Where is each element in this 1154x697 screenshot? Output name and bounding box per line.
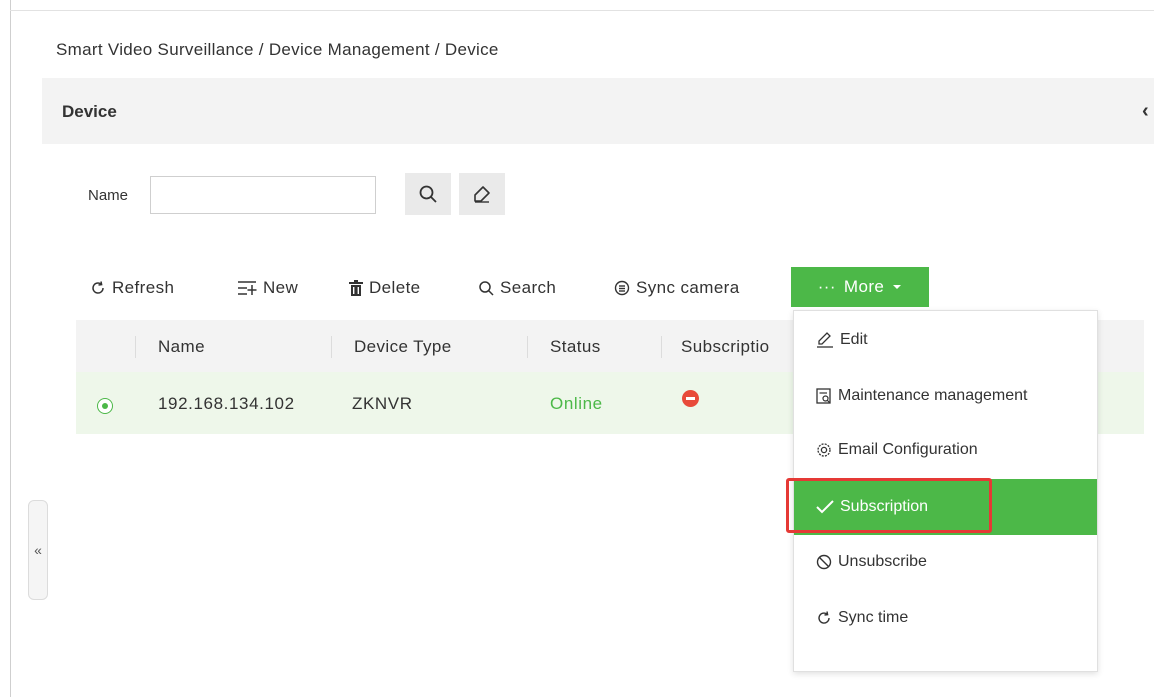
status-badge: Online — [550, 394, 603, 413]
menu-item-subscription[interactable]: Subscription — [794, 479, 1097, 535]
device-name-cell: 192.168.134.102 — [158, 394, 295, 413]
menu-item-unsubscribe[interactable]: Unsubscribe — [794, 537, 1097, 587]
clear-filter-button[interactable] — [459, 173, 505, 215]
column-separator — [661, 336, 662, 358]
not-subscribed-icon — [682, 390, 699, 407]
edit-icon — [817, 332, 833, 348]
sync-camera-label: Sync camera — [636, 278, 740, 297]
caret-down-icon — [893, 285, 902, 289]
delete-label: Delete — [369, 278, 421, 297]
trash-icon — [349, 280, 363, 296]
menu-item-sync-time[interactable]: Sync time — [794, 593, 1097, 643]
menu-item-email-configuration[interactable]: Email Configuration — [794, 425, 1097, 475]
column-header-status[interactable]: Status — [550, 337, 601, 357]
sync-icon — [818, 611, 830, 624]
new-button[interactable]: New — [237, 278, 298, 298]
search-icon — [419, 185, 437, 203]
maintenance-icon — [816, 388, 831, 404]
menu-item-edit[interactable]: Edit — [794, 315, 1097, 365]
collapse-panel-icon[interactable]: ‹ — [1142, 100, 1149, 123]
menu-item-label: Unsubscribe — [838, 553, 927, 570]
menu-item-label: Maintenance management — [838, 387, 1028, 404]
refresh-label: Refresh — [112, 278, 175, 297]
menu-item-maintenance[interactable]: Maintenance management — [794, 371, 1097, 421]
page-title: Device — [62, 102, 117, 121]
new-label: New — [263, 278, 299, 297]
more-label: More — [843, 277, 885, 296]
row-select-radio[interactable] — [97, 398, 113, 414]
email-config-icon — [817, 443, 831, 457]
delete-button[interactable]: Delete — [349, 278, 421, 298]
more-dots-icon: ··· — [817, 277, 836, 296]
column-header-device-type[interactable]: Device Type — [354, 337, 452, 357]
search-label: Search — [500, 278, 557, 297]
toolbar-search-button[interactable]: Search — [478, 278, 556, 298]
column-header-subscription[interactable]: Subscriptio — [681, 337, 770, 357]
check-icon — [816, 500, 834, 514]
column-separator — [527, 336, 528, 358]
column-separator — [135, 336, 136, 358]
page-header-bar — [42, 78, 1154, 144]
expand-sidebar-handle[interactable]: « — [28, 500, 48, 600]
sync-camera-button[interactable]: Sync camera — [614, 278, 740, 298]
refresh-icon — [92, 281, 104, 294]
column-header-name[interactable]: Name — [158, 337, 205, 357]
name-filter-input[interactable] — [150, 176, 376, 214]
search-button[interactable] — [405, 173, 451, 215]
ban-icon — [816, 554, 832, 570]
breadcrumb: Smart Video Surveillance / Device Manage… — [56, 40, 499, 59]
menu-item-label: Email Configuration — [838, 441, 978, 458]
menu-item-label: Subscription — [840, 498, 929, 515]
eraser-icon — [474, 186, 490, 203]
double-chevron-left-icon: « — [34, 542, 42, 558]
menu-item-label: Sync time — [838, 609, 909, 626]
column-separator — [331, 336, 332, 358]
device-type-cell: ZKNVR — [352, 394, 413, 413]
frame-top-border — [10, 10, 1154, 11]
frame-left-border — [10, 0, 11, 697]
more-dropdown-menu: Edit Maintenance management Email Config… — [793, 310, 1098, 672]
search-icon — [479, 281, 494, 296]
name-filter-label: Name — [88, 187, 129, 204]
refresh-button[interactable]: Refresh — [90, 278, 174, 298]
menu-item-label: Edit — [840, 331, 868, 348]
add-list-icon — [238, 281, 257, 295]
more-dropdown-button[interactable]: ··· More — [791, 267, 929, 307]
sync-camera-icon — [614, 280, 630, 296]
